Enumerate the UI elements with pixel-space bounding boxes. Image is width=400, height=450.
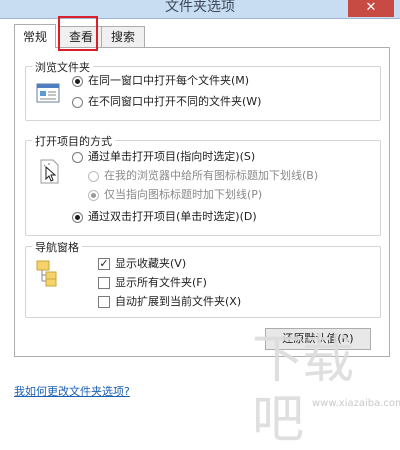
browse-option-label: 在同一窗口中打开每个文件夹(M) xyxy=(88,74,250,87)
nav-pane-title: 导航窗格 xyxy=(32,239,82,255)
folder-tree-icon xyxy=(36,260,57,287)
double-click-label: 通过双击打开项目(单击时选定)(D) xyxy=(88,210,257,223)
close-button[interactable]: ✕ xyxy=(348,0,394,17)
radio-new-window[interactable] xyxy=(72,97,83,108)
radio-double-click[interactable] xyxy=(72,212,83,223)
tab-general[interactable]: 常规 xyxy=(14,24,56,48)
help-link[interactable]: 我如何更改文件夹选项? xyxy=(14,383,130,399)
radio-single-click[interactable] xyxy=(72,152,83,163)
open-items-title: 打开项目的方式 xyxy=(32,133,115,149)
highlight-annotation xyxy=(58,16,98,51)
watermark-url: www.xiazaiba.com xyxy=(312,398,400,409)
window-title: 文件夹选项 xyxy=(165,0,235,15)
underline-hover-label: 仅当指向图标标题时加下划线(P) xyxy=(104,188,263,201)
close-icon[interactable]: ✕ xyxy=(366,0,377,15)
show-all-folders-label: 显示所有文件夹(F) xyxy=(115,276,207,289)
radio-underline-hover[interactable] xyxy=(88,190,99,201)
tab-search[interactable]: 搜索 xyxy=(101,26,145,47)
show-favorites-label: 显示收藏夹(V) xyxy=(115,257,187,270)
radio-underline-all[interactable] xyxy=(88,171,99,182)
underline-all-label: 在我的浏览器中给所有图标标题加下划线(B) xyxy=(104,169,319,182)
radio-same-window[interactable] xyxy=(72,76,83,87)
click-cursor-icon xyxy=(40,159,59,184)
checkbox-show-favorites[interactable]: ✓ xyxy=(98,258,110,270)
nav-pane-group: 导航窗格 ✓ 显示收藏夹(V) 显示所有文件夹(F) 自动扩展到当前文件夹(X) xyxy=(25,239,381,318)
checkbox-auto-expand[interactable] xyxy=(98,296,110,308)
single-click-label: 通过单击打开项目(指向时选定)(S) xyxy=(88,150,256,163)
browse-folders-group: 浏览文件夹 在同一窗口中打开每个文件夹(M) 在不同窗口中打开不同的文件夹(W) xyxy=(25,59,381,121)
browse-option-label: 在不同窗口中打开不同的文件夹(W) xyxy=(88,95,262,108)
checkbox-show-all-folders[interactable] xyxy=(98,277,110,289)
browse-folders-title: 浏览文件夹 xyxy=(32,59,93,75)
tab-panel-general: 浏览文件夹 在同一窗口中打开每个文件夹(M) 在不同窗口中打开不同的文件夹(W)… xyxy=(14,47,390,357)
open-items-group: 打开项目的方式 通过单击打开项目(指向时选定)(S) 在我的浏览器中给所有图标标… xyxy=(25,133,381,236)
window-icon xyxy=(36,83,60,103)
auto-expand-label: 自动扩展到当前文件夹(X) xyxy=(115,295,242,308)
